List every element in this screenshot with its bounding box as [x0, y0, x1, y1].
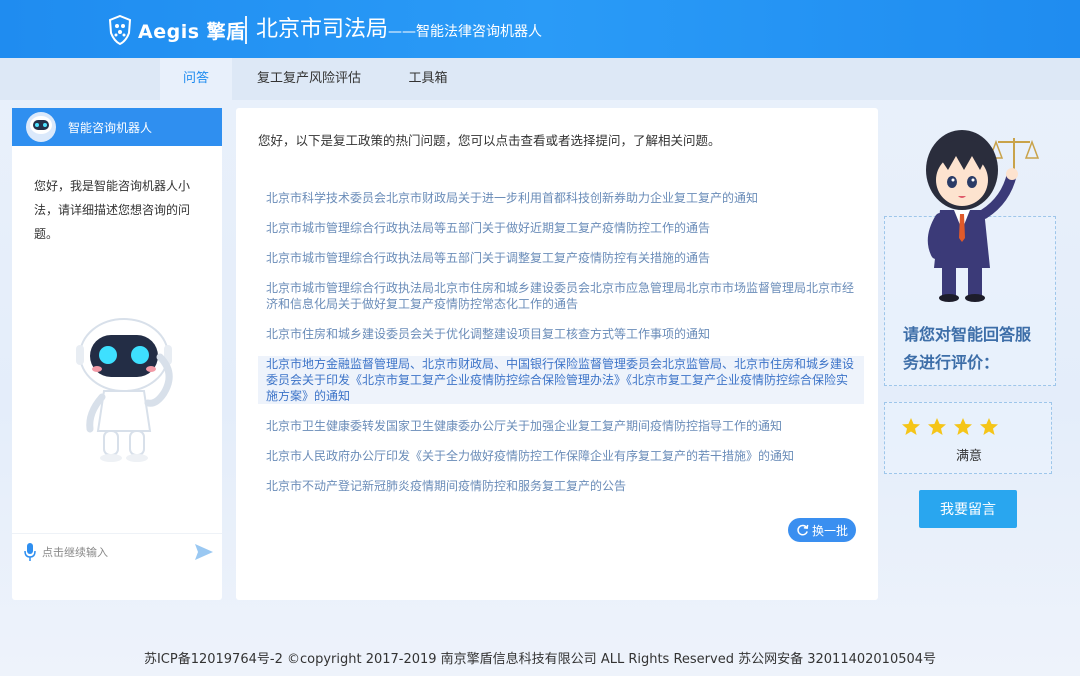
- faq-list: 北京市科学技术委员会北京市财政局关于进一步利用首都科技创新券助力企业复工复产的通…: [258, 190, 864, 494]
- refresh-button[interactable]: 换一批: [788, 518, 856, 542]
- faq-question-3[interactable]: 北京市城市管理综合行政执法局等五部门关于调整复工复产疫情防控有关措施的通告: [258, 250, 864, 266]
- rating-prompt: 请您对智能回答服务进行评价：: [903, 325, 1032, 372]
- chatbot-name: 智能咨询机器人: [68, 120, 153, 135]
- leave-message-button[interactable]: 我要留言: [919, 490, 1017, 528]
- faq-question-7[interactable]: 北京市卫生健康委转发国家卫生健康委办公厅关于加强企业复工复产期间疫情防控指导工作…: [258, 418, 864, 434]
- header-divider: [245, 16, 247, 44]
- chat-input-row: [12, 533, 222, 569]
- star-icon[interactable]: [901, 417, 921, 437]
- shield-logo-icon: [108, 15, 132, 45]
- chatbot-header: 智能咨询机器人: [12, 108, 222, 146]
- robot-avatar-icon: [26, 112, 56, 142]
- brand-logo[interactable]: Aegis 擎盾: [108, 14, 246, 46]
- refresh-icon: [797, 524, 809, 535]
- rating-label: 满意: [955, 449, 982, 464]
- star-rating[interactable]: [901, 417, 999, 437]
- page-title: 北京市司法局——智能法律咨询机器人: [256, 16, 542, 46]
- faq-question-8[interactable]: 北京市人民政府办公厅印发《关于全力做好疫情防控工作保障企业有序复工复产的若干措施…: [258, 448, 864, 464]
- tab-toolbox[interactable]: 工具箱: [386, 58, 470, 100]
- tab-risk-assessment[interactable]: 复工复产风险评估: [236, 58, 382, 100]
- faq-intro: 您好，以下是复工政策的热门问题，您可以点击查看或者选择提问，了解相关问题。: [258, 133, 721, 148]
- tab-bar: 问答 复工复产风险评估 工具箱: [0, 58, 1080, 100]
- lawyer-mascot-icon: [926, 130, 1040, 302]
- star-icon[interactable]: [979, 417, 999, 437]
- header: Aegis 擎盾 北京市司法局——智能法律咨询机器人: [0, 0, 1080, 58]
- faq-question-1[interactable]: 北京市科学技术委员会北京市财政局关于进一步利用首都科技创新券助力企业复工复产的通…: [258, 190, 864, 206]
- brand-name: Aegis 擎盾: [138, 20, 246, 43]
- faq-panel: 您好，以下是复工政策的热门问题，您可以点击查看或者选择提问，了解相关问题。 北京…: [236, 108, 878, 600]
- faq-question-6[interactable]: 北京市地方金融监督管理局、北京市财政局、中国银行保险监督管理委员会北京监管局、北…: [258, 356, 864, 404]
- refresh-label: 换一批: [811, 523, 848, 538]
- org-name: 北京市司法局: [256, 17, 389, 42]
- faq-question-2[interactable]: 北京市城市管理综合行政执法局等五部门关于做好近期复工复产疫情防控工作的通告: [258, 220, 864, 236]
- footer: 苏ICP备12019764号-2 ©copyright 2017-2019 南京…: [143, 652, 937, 667]
- microphone-icon[interactable]: [24, 543, 36, 561]
- send-icon[interactable]: [194, 543, 214, 561]
- page-subtitle: ——智能法律咨询机器人: [388, 24, 543, 40]
- faq-question-4[interactable]: 北京市城市管理综合行政执法局北京市住房和城乡建设委员会北京市应急管理局北京市市场…: [258, 280, 864, 312]
- star-icon[interactable]: [927, 417, 947, 437]
- faq-question-5[interactable]: 北京市住房和城乡建设委员会关于优化调整建设项目复工核查方式等工作事项的通知: [258, 326, 864, 342]
- chat-input[interactable]: [42, 540, 182, 564]
- faq-question-9[interactable]: 北京市不动产登记新冠肺炎疫情期间疫情防控和服务复工复产的公告: [258, 478, 864, 494]
- chatbot-greeting: 您好，我是智能咨询机器人小法，请详细描述您想咨询的问题。: [34, 179, 191, 241]
- robot-mascot-icon: [76, 318, 173, 462]
- chat-panel: 智能咨询机器人 您好，我是智能咨询机器人小法，请详细描述您想咨询的问题。: [12, 108, 222, 600]
- tab-qa[interactable]: 问答: [160, 58, 232, 100]
- rating-box: 满意: [884, 402, 1052, 474]
- star-icon[interactable]: [953, 417, 973, 437]
